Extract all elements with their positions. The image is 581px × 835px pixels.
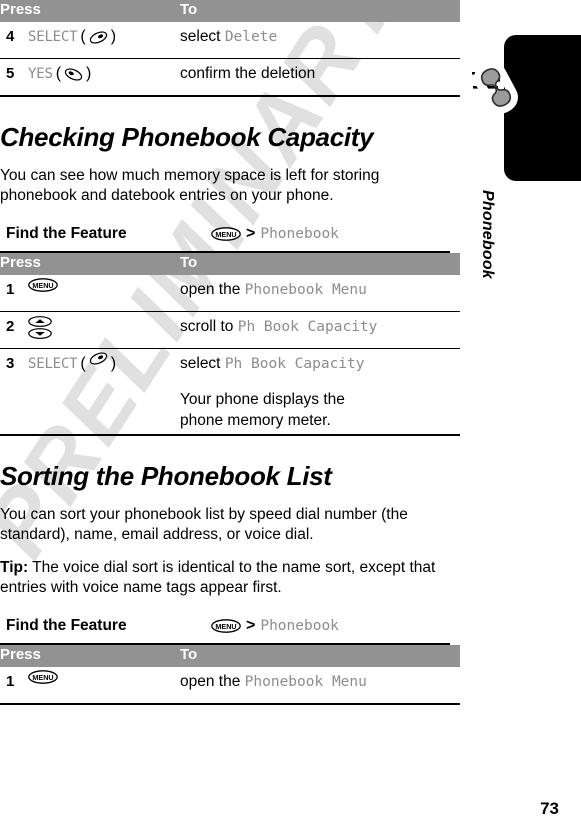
find-the-feature-path: MENU > Phonebook [211, 225, 339, 243]
table-row: 3 SELECT ( ) select Ph Book Capacity You… [0, 349, 460, 436]
paren-open: ( [80, 355, 86, 372]
step-description: open the Phonebook Menu [180, 278, 460, 301]
menu-key-icon: MENU [211, 227, 241, 241]
step-description-mono: Ph Book Capacity [224, 356, 365, 372]
column-header-press: Press [0, 1, 41, 18]
path-separator: > [246, 225, 256, 242]
path-separator: > [246, 617, 256, 634]
step-description-mono: Ph Book Capacity [237, 319, 378, 335]
softkey-left-icon [64, 67, 83, 81]
find-the-feature-capacity: Find the Feature MENU > Phonebook [0, 221, 460, 247]
table-press-to-sorting: Press To 1 MENU open the Phonebook Menu [0, 645, 460, 705]
table-row: 2 scroll to Ph Book Capacity [0, 312, 460, 349]
step-description-main: select Ph Book Capacity [180, 353, 460, 375]
tip-label: Tip: [0, 559, 29, 576]
step-number: 2 [6, 318, 15, 335]
column-header-press: Press [0, 254, 41, 271]
step-number: 4 [6, 28, 15, 45]
column-header-to: To [180, 1, 198, 18]
column-header-to: To [180, 254, 198, 271]
step-description: select Ph Book Capacity Your phone displ… [180, 352, 460, 431]
softkey-right-icon [89, 30, 108, 44]
svg-text:MENU: MENU [215, 230, 236, 239]
softkey-label: YES [28, 66, 53, 82]
menu-key-icon: MENU [28, 670, 58, 684]
paren-open: ( [80, 28, 86, 45]
step-description-mono: Phonebook Menu [244, 674, 367, 690]
softkey-right-icon [89, 352, 108, 365]
menu-key-icon: MENU [211, 619, 241, 633]
softkey-label: SELECT [28, 356, 78, 372]
softkey-label: SELECT [28, 29, 78, 45]
step-press-cell: MENU [28, 278, 180, 292]
find-the-feature-sorting: Find the Feature MENU > Phonebook [0, 613, 460, 639]
find-the-feature-label: Find the Feature [6, 617, 127, 634]
step-description-mono: Delete [224, 29, 278, 45]
column-header-press: Press [0, 646, 41, 663]
table-row: 1 MENU open the Phonebook Menu [0, 667, 460, 705]
scroll-up-key-icon [28, 316, 52, 327]
step-description-plain: open the [180, 281, 245, 298]
step-number: 1 [6, 673, 15, 690]
step-number: 5 [6, 65, 15, 82]
step-number: 3 [6, 355, 15, 372]
tip-text: The voice dial sort is identical to the … [0, 559, 436, 596]
column-header-to: To [180, 646, 198, 663]
page-content: Press To 4 SELECT ( ) select Delete 5 YE… [0, 0, 460, 835]
menu-key-icon: MENU [28, 278, 58, 292]
svg-text:MENU: MENU [215, 622, 236, 631]
path-target: Phonebook [260, 226, 339, 242]
paren-close: ) [86, 65, 92, 82]
step-description: select Delete [180, 25, 460, 48]
page-number: 73 [540, 799, 559, 818]
scroll-up-down-key-icon [28, 315, 52, 339]
step-press-cell [28, 315, 180, 339]
svg-text:MENU: MENU [32, 673, 53, 682]
step-description-plain: select [180, 28, 225, 45]
table-header-row: Press To [0, 0, 460, 22]
step-press-cell: MENU [28, 670, 180, 684]
find-the-feature-label: Find the Feature [6, 225, 127, 242]
section-paragraph-capacity: You can see how much memory space is lef… [0, 167, 380, 204]
table-press-to-capacity: Press To 1 MENU open the Phonebook Menu … [0, 253, 460, 436]
step-number: 1 [6, 281, 15, 298]
step-description: scroll to Ph Book Capacity [180, 315, 460, 338]
step-description-note: Your phone displays the phone memory met… [180, 391, 345, 429]
phone-handset-icon [472, 61, 518, 114]
table-header-row: Press To [0, 645, 460, 667]
table-row: 1 MENU open the Phonebook Menu [0, 275, 460, 312]
table-header-row: Press To [0, 253, 460, 275]
paren-close: ) [110, 28, 117, 45]
step-description: open the Phonebook Menu [180, 670, 460, 693]
step-press-cell: SELECT ( ) [28, 25, 180, 49]
paren-open: ( [55, 65, 62, 82]
step-press-cell: SELECT ( ) [28, 352, 180, 376]
step-description-plain: scroll to [180, 318, 238, 335]
step-press-cell: YES ( ) [28, 62, 180, 86]
find-the-feature-path: MENU > Phonebook [211, 617, 339, 635]
table-row: 5 YES ( ) confirm the deletion [0, 59, 460, 97]
path-target: Phonebook [260, 618, 339, 634]
chapter-sidebar: Phonebook [460, 0, 581, 835]
chapter-label: Phonebook [479, 190, 496, 279]
section-paragraph-sorting: You can sort your phonebook list by spee… [0, 506, 408, 543]
step-description-plain: confirm the deletion [180, 65, 316, 82]
section-heading-capacity: Checking Phonebook Capacity [0, 122, 374, 152]
section-tip-sorting: Tip: The voice dial sort is identical to… [0, 558, 458, 597]
step-description-plain: select [180, 355, 225, 372]
step-description: confirm the deletion [180, 62, 460, 85]
table-press-to-top: Press To 4 SELECT ( ) select Delete 5 YE… [0, 0, 460, 97]
section-heading-sorting: Sorting the Phonebook List [0, 461, 332, 491]
step-description-plain: open the [180, 673, 245, 690]
scroll-down-key-icon [28, 328, 52, 339]
table-row: 4 SELECT ( ) select Delete [0, 22, 460, 59]
paren-close: ) [110, 355, 117, 372]
step-description-mono: Phonebook Menu [244, 282, 367, 298]
svg-text:MENU: MENU [32, 281, 53, 290]
